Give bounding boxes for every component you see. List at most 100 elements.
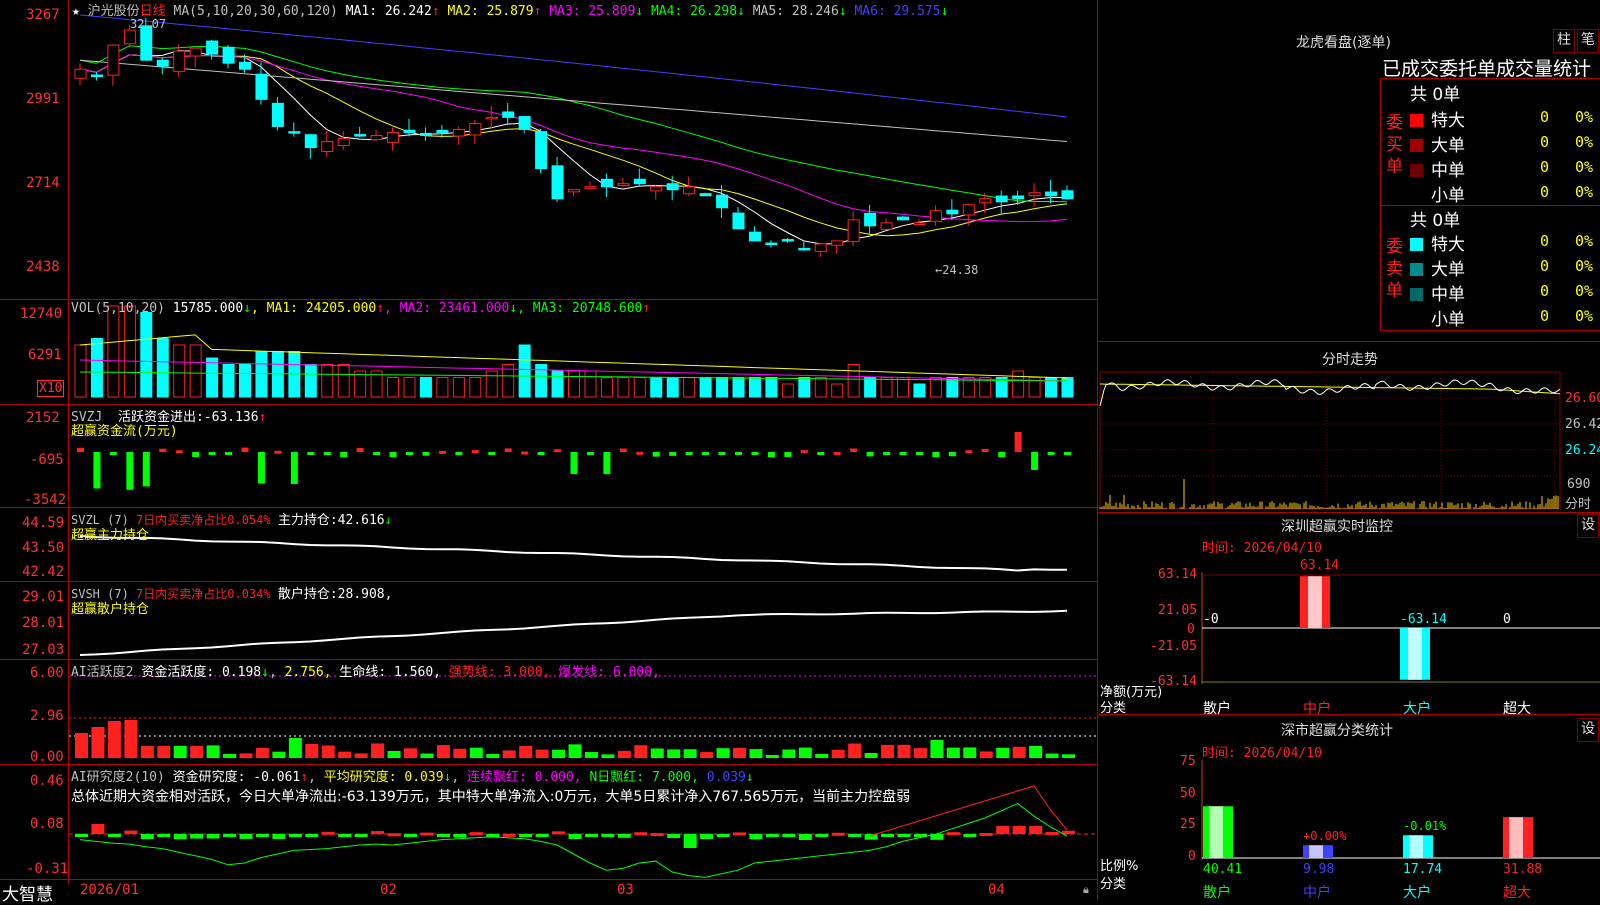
sell-side-label: 委卖单 bbox=[1386, 236, 1406, 302]
class-bar-highlight bbox=[1209, 806, 1223, 858]
research-bar bbox=[453, 834, 467, 838]
class-delta-label: -0.01% bbox=[1403, 819, 1447, 834]
research-bar bbox=[1062, 830, 1075, 834]
activity-bar bbox=[140, 746, 154, 758]
fund-flow-bar bbox=[455, 452, 463, 456]
lock-icon[interactable]: 🔒︎ bbox=[1083, 883, 1089, 897]
candle-body bbox=[683, 186, 696, 195]
activity-bar bbox=[848, 743, 862, 758]
volume-bar bbox=[847, 364, 860, 398]
candle-body bbox=[929, 210, 942, 222]
kline-chart-area[interactable] bbox=[0, 0, 1600, 900]
fund-flow-bar bbox=[981, 448, 989, 452]
candle-body bbox=[962, 204, 975, 216]
class-category: 中户 bbox=[1303, 885, 1331, 901]
tick-mode-button[interactable]: 笔 bbox=[1577, 29, 1599, 53]
y-tick: 3267 bbox=[26, 7, 60, 23]
research-bar bbox=[848, 834, 862, 837]
activity-bar bbox=[634, 745, 648, 758]
candle-body bbox=[123, 29, 136, 45]
volume-bar bbox=[584, 370, 597, 398]
res-y-tick: 0.46 bbox=[30, 773, 64, 789]
order-percent: 0% bbox=[1575, 307, 1594, 325]
monitor-settings-button[interactable]: 设 bbox=[1577, 514, 1599, 538]
activity-bar bbox=[552, 749, 566, 758]
fund-flow-bar bbox=[159, 448, 167, 452]
lifeline-label: 生命线: bbox=[339, 665, 387, 680]
fund-flow-bar bbox=[751, 452, 759, 455]
vol-legend-item: , MA3: 20748.600 bbox=[517, 301, 643, 316]
fund-flow-bar bbox=[521, 451, 529, 455]
volume-bar bbox=[90, 338, 103, 398]
activity-bar bbox=[782, 749, 796, 758]
activity-bar bbox=[420, 753, 434, 758]
volume-bar bbox=[929, 377, 942, 398]
act-y-tick: 6.00 bbox=[30, 665, 64, 681]
research-bar bbox=[239, 834, 253, 839]
volume-bar bbox=[683, 377, 696, 398]
order-percent: 0% bbox=[1575, 183, 1594, 201]
fund-flow-bar bbox=[800, 450, 808, 454]
fund-flow-bar bbox=[241, 447, 249, 452]
candle-body bbox=[699, 193, 712, 197]
ai-research-summary: 总体近期大资金相对活跃，今日大单净流出:-63.139万元，其中特大单净流入:0… bbox=[71, 789, 911, 805]
ai-active-label: 资金活跃度: bbox=[141, 665, 215, 680]
candle-body bbox=[633, 178, 646, 185]
brand-logo[interactable]: 大智慧 bbox=[2, 880, 53, 905]
volume-bar bbox=[897, 377, 909, 398]
fund-flow-bar bbox=[1047, 452, 1055, 455]
low-marker: ←24.38 bbox=[935, 263, 979, 277]
research-bar bbox=[502, 833, 516, 837]
bar-mode-button[interactable]: 柱 bbox=[1553, 29, 1575, 53]
favorite-star-icon[interactable]: ★ bbox=[72, 4, 80, 19]
candle-body bbox=[485, 116, 498, 120]
research-bar bbox=[371, 831, 385, 835]
fund-flow-bar bbox=[257, 452, 265, 484]
sh-y-tick: 27.03 bbox=[22, 642, 65, 658]
fund-flow-bar bbox=[471, 450, 479, 454]
fund-flow-bar bbox=[948, 452, 956, 457]
order-percent: 0% bbox=[1575, 158, 1594, 176]
fund-flow-bar bbox=[586, 452, 594, 455]
fund-flow-bar bbox=[438, 450, 446, 454]
activity-bar bbox=[831, 749, 845, 758]
activity-bar bbox=[650, 748, 664, 758]
order-row: 大单 bbox=[1410, 255, 1465, 280]
volume-bar bbox=[107, 305, 120, 398]
candle-body bbox=[568, 189, 580, 193]
order-type-name: 大单 bbox=[1431, 136, 1465, 156]
zj-y-tick: -3542 bbox=[24, 492, 67, 508]
volume-value: 15785.000 bbox=[172, 301, 244, 316]
research-bar bbox=[436, 834, 450, 837]
n-day-red-value: 7.000, bbox=[651, 770, 699, 785]
candle-body bbox=[255, 73, 268, 100]
ma-legend-item: MA2: 25.879 bbox=[439, 4, 534, 19]
research-bar bbox=[864, 834, 878, 840]
order-type-name: 大单 bbox=[1431, 260, 1465, 280]
y-tick: 2714 bbox=[26, 175, 60, 191]
activity-bar bbox=[1062, 754, 1075, 758]
research-bar bbox=[255, 834, 269, 837]
candle-body bbox=[189, 47, 202, 57]
activity-bar bbox=[1029, 746, 1043, 758]
ai-research-title-bar: AI研究度2(10) 资金研究度: -0.061↑, 平均研究度: 0.039↓… bbox=[71, 770, 754, 785]
class-bar-highlight bbox=[1509, 817, 1523, 858]
svzl-value: 42.616 bbox=[337, 513, 385, 528]
fund-flow-bar bbox=[784, 452, 792, 457]
activity-bar bbox=[519, 745, 533, 758]
volume-bar bbox=[699, 377, 712, 398]
monitor-y-tick: 0 bbox=[1187, 622, 1195, 637]
volume-bar bbox=[814, 377, 827, 398]
fund-flow-bar bbox=[554, 449, 562, 453]
x-axis-label: 04 bbox=[988, 882, 1005, 898]
class-settings-button[interactable]: 设 bbox=[1577, 718, 1599, 742]
volume-bar bbox=[403, 377, 416, 398]
volume-bar bbox=[123, 305, 136, 398]
vol-legend-arrow: ↑ bbox=[642, 301, 651, 316]
zj-y-tick: -695 bbox=[30, 452, 64, 468]
fund-flow-bar bbox=[422, 452, 430, 456]
order-color-swatch bbox=[1410, 313, 1423, 326]
research-bar bbox=[1012, 826, 1026, 834]
candle-body bbox=[781, 239, 794, 242]
fund-flow-bar bbox=[767, 452, 775, 458]
